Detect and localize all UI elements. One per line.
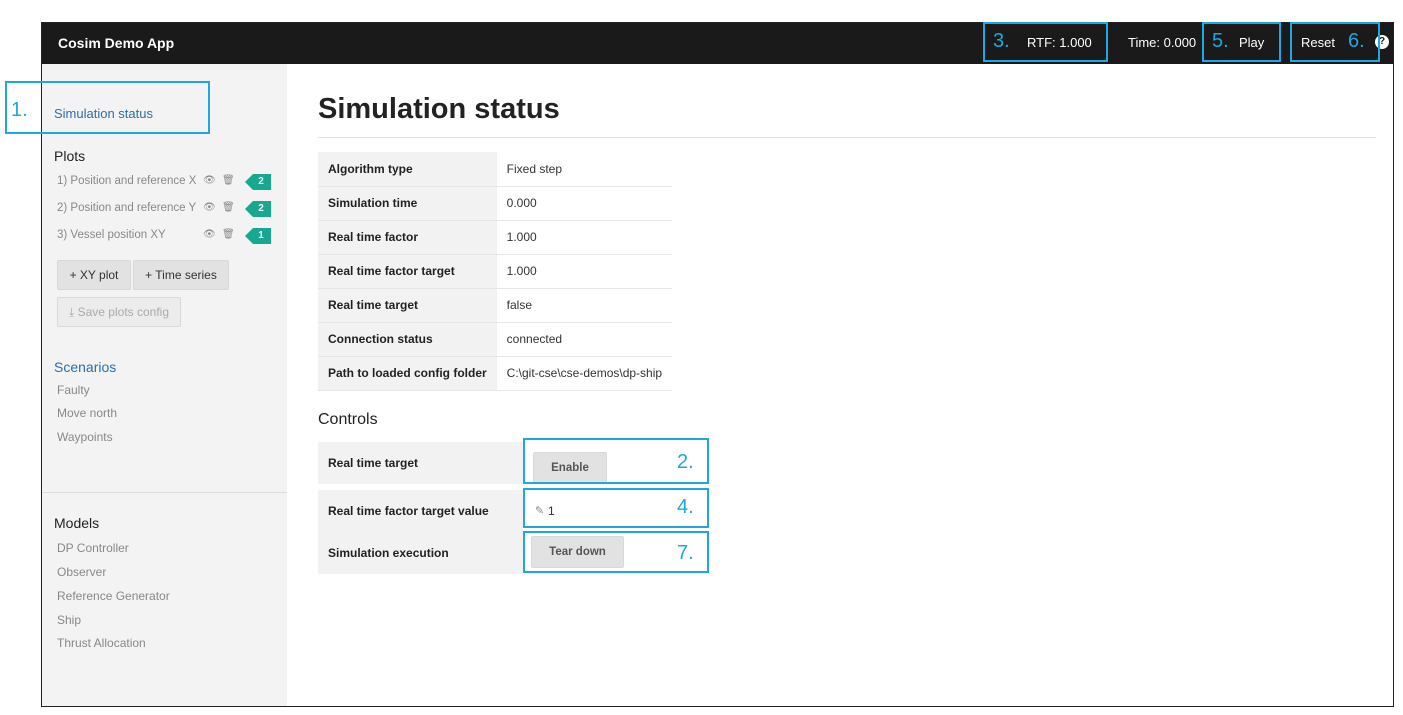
add-xy-plot-button[interactable]: + XY plot — [57, 260, 131, 290]
models-heading: Models — [54, 515, 100, 531]
model-item-thrust-allocation[interactable]: Thrust Allocation — [57, 636, 146, 650]
plot-label[interactable]: 2) Position and reference Y — [57, 202, 196, 214]
model-item-observer[interactable]: Observer — [57, 565, 106, 579]
status-value: connected — [496, 322, 673, 357]
variable-count-badge: 1 — [245, 228, 271, 244]
scenario-item-waypoints[interactable]: Waypoints — [57, 430, 113, 444]
scenario-item-faulty[interactable]: Faulty — [57, 383, 90, 397]
top-navbar: Cosim Demo App RTF: 1.000 Time: 0.000 Pl… — [42, 23, 1393, 64]
table-row: Path to loaded config folder C:\git-cse\… — [318, 356, 673, 391]
eye-slash-icon[interactable]: 👁 — [203, 229, 216, 240]
sidebar: Simulation status Plots 1) Position and … — [42, 64, 287, 706]
callout-number-6: 6. — [1348, 30, 1365, 52]
app-window: Cosim Demo App RTF: 1.000 Time: 0.000 Pl… — [41, 22, 1394, 707]
trash-icon[interactable]: 🗑 — [222, 202, 235, 213]
callout-number-7: 7. — [677, 542, 694, 564]
model-item-dp-controller[interactable]: DP Controller — [57, 541, 129, 555]
variable-count-badge: 2 — [245, 174, 271, 190]
table-row: Real time factor 1.000 — [318, 220, 673, 255]
eye-slash-icon[interactable]: 👁 — [203, 175, 216, 186]
status-value: Fixed step — [496, 152, 673, 187]
page-title: Simulation status — [318, 93, 560, 125]
table-row: Connection status connected — [318, 322, 673, 357]
variable-count-badge: 2 — [245, 201, 271, 217]
time-readout: Time: 0.000 — [1128, 35, 1197, 50]
control-label: Real time factor target value — [318, 490, 523, 532]
control-label: Simulation execution — [318, 532, 523, 574]
status-value: false — [496, 288, 673, 323]
status-key: Real time factor target — [318, 254, 497, 289]
main-content: Simulation status Algorithm type Fixed s… — [287, 64, 1393, 706]
app-title[interactable]: Cosim Demo App — [58, 35, 174, 51]
callout-box-6 — [1290, 22, 1380, 62]
callout-number-5: 5. — [1212, 30, 1229, 52]
status-key: Path to loaded config folder — [318, 356, 497, 391]
scenario-item-move-north[interactable]: Move north — [57, 406, 117, 420]
callout-number-2: 2. — [677, 451, 694, 473]
control-label: Real time target — [318, 442, 523, 484]
callout-number-1: 1. — [11, 99, 28, 121]
model-item-reference-generator[interactable]: Reference Generator — [57, 589, 170, 603]
status-key: Simulation time — [318, 186, 497, 221]
sidebar-divider — [42, 492, 287, 493]
table-row: Real time factor target 1.000 — [318, 254, 673, 289]
plot-label[interactable]: 3) Vessel position XY — [57, 229, 166, 241]
model-item-ship[interactable]: Ship — [57, 613, 81, 627]
eye-slash-icon[interactable]: 👁 — [203, 202, 216, 213]
add-time-series-button[interactable]: + Time series — [133, 260, 229, 290]
save-plots-config-button[interactable]: ⤓ Save plots config — [57, 297, 181, 327]
status-key: Real time target — [318, 288, 497, 323]
table-row: Real time target false — [318, 288, 673, 323]
status-key: Algorithm type — [318, 152, 497, 187]
callout-box-1 — [5, 81, 210, 134]
status-value: C:\git-cse\cse-demos\dp-ship — [496, 356, 673, 391]
plot-item[interactable]: 3) Vessel position XY 👁 🗑 1 — [57, 228, 271, 245]
title-divider — [318, 137, 1376, 138]
plots-heading: Plots — [54, 148, 86, 164]
plot-label[interactable]: 1) Position and reference X — [57, 175, 196, 187]
save-plots-config-label: Save plots config — [77, 305, 170, 319]
callout-number-4: 4. — [677, 496, 694, 518]
trash-icon[interactable]: 🗑 — [222, 175, 235, 186]
table-row: Algorithm type Fixed step — [318, 152, 673, 187]
status-key: Connection status — [318, 322, 497, 357]
table-row: Simulation time 0.000 — [318, 186, 673, 221]
status-table: Algorithm type Fixed step Simulation tim… — [318, 152, 673, 391]
trash-icon[interactable]: 🗑 — [222, 229, 235, 240]
plot-item[interactable]: 1) Position and reference X 👁 🗑 2 — [57, 174, 271, 191]
plot-item[interactable]: 2) Position and reference Y 👁 🗑 2 — [57, 201, 271, 218]
controls-heading: Controls — [318, 411, 378, 428]
status-value: 0.000 — [496, 186, 673, 221]
status-value: 1.000 — [496, 220, 673, 255]
scenarios-heading[interactable]: Scenarios — [54, 359, 116, 375]
status-value: 1.000 — [496, 254, 673, 289]
status-key: Real time factor — [318, 220, 497, 255]
callout-number-3: 3. — [993, 30, 1010, 52]
